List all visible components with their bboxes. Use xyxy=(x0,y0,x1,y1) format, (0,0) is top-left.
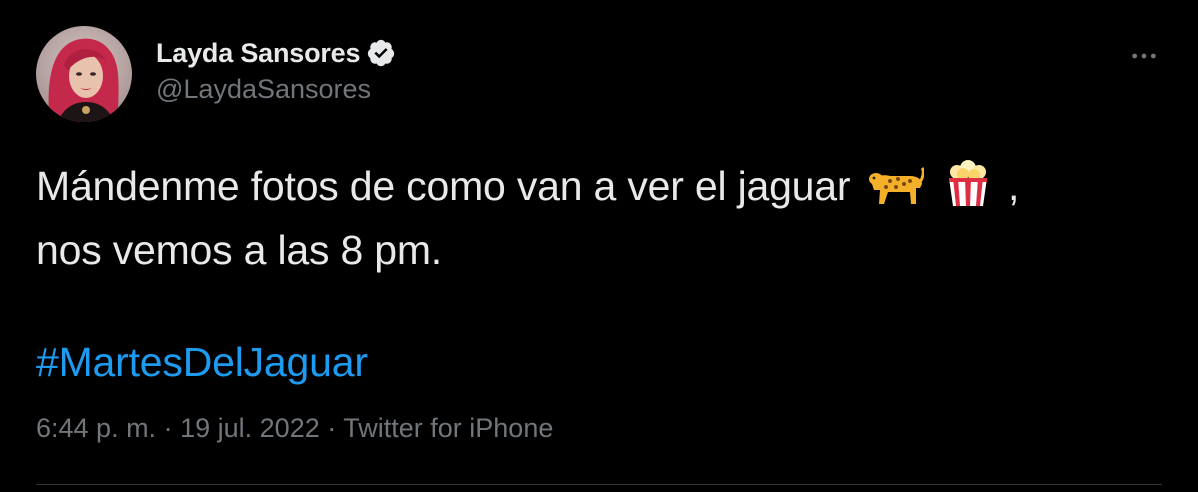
tweet-line-2: nos vemos a las 8 pm. xyxy=(36,227,442,273)
popcorn-emoji-icon xyxy=(943,160,993,222)
tweet-time[interactable]: 6:44 p. m. xyxy=(36,413,156,443)
tweet-text: Mándenme fotos de como van a ver el jagu… xyxy=(36,158,1156,390)
leopard-emoji-icon xyxy=(866,164,925,222)
tweet-date[interactable]: 19 jul. 2022 xyxy=(180,413,320,443)
verified-badge-icon xyxy=(366,38,396,68)
meta-separator: · xyxy=(327,413,337,443)
user-handle[interactable]: @LaydaSansores xyxy=(156,74,396,105)
tweet-text-part-1: Mándenme fotos de como van a ver el jagu… xyxy=(36,163,851,209)
tweet-text-part-2: , xyxy=(1007,163,1020,209)
meta-separator: · xyxy=(163,413,173,443)
tweet-header: Layda Sansores @LaydaSansores xyxy=(156,34,396,105)
more-dots-icon xyxy=(1132,53,1156,59)
divider xyxy=(36,484,1162,485)
name-row: Layda Sansores xyxy=(156,34,396,72)
profile-photo-icon xyxy=(36,26,132,122)
more-options-button[interactable] xyxy=(1124,36,1164,76)
avatar[interactable] xyxy=(36,26,132,122)
tweet-source[interactable]: Twitter for iPhone xyxy=(343,413,553,443)
display-name[interactable]: Layda Sansores xyxy=(156,38,361,69)
hashtag-link[interactable]: #MartesDelJaguar xyxy=(36,339,368,385)
tweet-card: Layda Sansores @LaydaSansores Mándenme f… xyxy=(0,0,1198,492)
tweet-line-1: Mándenme fotos de como van a ver el jagu… xyxy=(36,158,1156,222)
tweet-meta: 6:44 p. m. · 19 jul. 2022 · Twitter for … xyxy=(36,413,553,444)
